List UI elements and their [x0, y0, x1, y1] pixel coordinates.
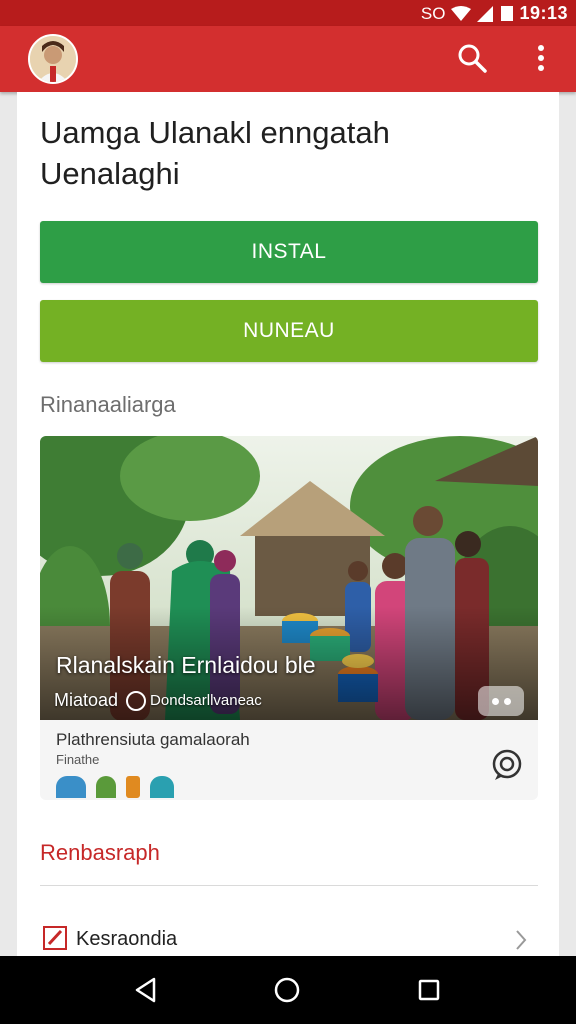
- media-meta: Dondsarllvaneac: [150, 692, 262, 709]
- list-item-label: Kesraondia: [76, 928, 178, 950]
- bottle-icon: [126, 776, 140, 798]
- home-icon: [274, 977, 300, 1003]
- battery-icon: [501, 6, 514, 21]
- page-title: Uamga Ulanakl enngatah Uenalaghi: [40, 115, 390, 191]
- more-dot-icon: [491, 697, 499, 705]
- status-indicators: SO: [420, 3, 446, 23]
- list-item[interactable]: Kesraondia: [40, 920, 538, 960]
- chat-icon[interactable]: [490, 748, 524, 782]
- media-card[interactable]: Rlanalskain Ernlaidou ble Miatoad Dondsa…: [40, 436, 538, 800]
- leaf-icon: [96, 776, 116, 798]
- secondary-button[interactable]: NUNEAU: [40, 300, 538, 362]
- content-card: Uamga Ulanakl enngatah Uenalaghi INSTAL …: [17, 92, 559, 956]
- install-button[interactable]: INSTAL: [40, 221, 538, 283]
- media-footer-line1: Plathrensiuta gamalaorah: [56, 730, 250, 749]
- avatar[interactable]: [28, 34, 78, 84]
- home-button[interactable]: [269, 972, 305, 1008]
- more-dot-icon: [503, 697, 511, 705]
- recents-button[interactable]: [411, 972, 447, 1008]
- media-footer-icons: [56, 776, 174, 798]
- divider: [40, 885, 538, 886]
- section-heading: Renbasraph: [40, 840, 160, 865]
- status-icons: SO 19:13: [421, 3, 568, 24]
- back-button[interactable]: [128, 972, 164, 1008]
- search-button[interactable]: [452, 38, 492, 78]
- media-more-button[interactable]: [478, 686, 524, 716]
- signal-icon: [477, 5, 494, 22]
- fish-icon: [150, 776, 174, 798]
- app-bar: [0, 26, 576, 92]
- media-footer-line2: Finathe: [56, 752, 100, 767]
- status-time: 19:13: [519, 3, 568, 23]
- recents-icon: [418, 979, 440, 1001]
- back-icon: [135, 977, 156, 1003]
- chevron-right-icon: [516, 930, 527, 950]
- search-icon: [458, 44, 487, 73]
- more-options-button[interactable]: [521, 38, 561, 78]
- media-subtitle: Miatoad Dondsarllvaneac: [54, 690, 262, 711]
- more-vert-icon: [538, 45, 544, 71]
- media-subtitle-left: Miatoad: [54, 690, 119, 710]
- globe-icon: [56, 776, 86, 798]
- media-title: Rlanalskain Ernlaidou ble: [56, 652, 316, 678]
- clock-icon: [126, 690, 147, 711]
- media-footer: Plathrensiuta gamalaorah Finathe: [40, 720, 538, 800]
- edit-icon: [43, 926, 67, 950]
- wifi-icon: [451, 5, 472, 21]
- status-bar: SO 19:13: [0, 0, 576, 26]
- avatar-image: [30, 36, 76, 82]
- section-label: Rinanaaliarga: [40, 392, 176, 417]
- navigation-bar: [0, 956, 576, 1024]
